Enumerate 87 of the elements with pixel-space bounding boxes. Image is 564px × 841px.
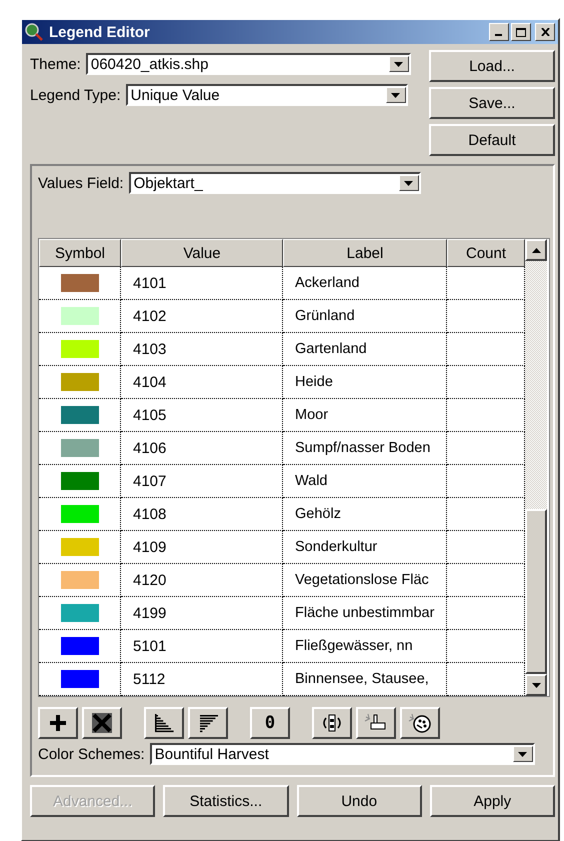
dialog-button[interactable]: Apply bbox=[430, 785, 555, 817]
window-title: Legend Editor bbox=[49, 24, 150, 40]
dropdown-arrow-icon bbox=[394, 62, 404, 66]
table-cell: Gartenland bbox=[295, 341, 367, 357]
table-cell: 4101 bbox=[133, 274, 166, 292]
toolbar-button[interactable] bbox=[82, 707, 122, 739]
symbol-swatch[interactable] bbox=[60, 373, 98, 391]
table-cell: 4120 bbox=[133, 572, 166, 588]
dialog-button[interactable]: Load... bbox=[429, 50, 555, 82]
column-header[interactable]: Value bbox=[121, 239, 283, 267]
column-header[interactable]: Label bbox=[283, 239, 447, 267]
maximize-button[interactable] bbox=[511, 23, 531, 41]
symbol-swatch[interactable] bbox=[60, 439, 98, 457]
symbol-swatch[interactable] bbox=[60, 571, 98, 589]
table-cell: 4109 bbox=[133, 538, 166, 556]
dialog-button[interactable]: Save... bbox=[429, 87, 555, 119]
table-cell: 4105 bbox=[133, 406, 166, 424]
symbol-swatch[interactable] bbox=[60, 637, 98, 655]
up-arrow-icon bbox=[532, 248, 540, 252]
symbol-swatch[interactable] bbox=[60, 340, 98, 358]
symbol-swatch[interactable] bbox=[60, 307, 98, 325]
zero-button[interactable]: 0 bbox=[250, 707, 290, 739]
table-cell: Sumpf/nasser Boden bbox=[295, 440, 430, 456]
scroll-up-button[interactable] bbox=[525, 239, 547, 261]
toolbar-button[interactable] bbox=[356, 707, 396, 739]
table-cell: 4103 bbox=[133, 340, 166, 358]
field-label: Color Schemes: bbox=[38, 746, 145, 762]
toolbar-button[interactable] bbox=[144, 707, 184, 739]
symbol-swatch[interactable] bbox=[60, 604, 98, 622]
values-field-dropdown[interactable]: Objektart_ bbox=[128, 172, 421, 194]
close-icon bbox=[540, 28, 550, 36]
color-schemes-dropdown[interactable]: Bountiful Harvest bbox=[150, 743, 535, 765]
field-label: Legend Type: bbox=[30, 86, 121, 104]
scroll-thumb[interactable] bbox=[525, 509, 547, 674]
legend-type-dropdown[interactable]: Unique Value bbox=[126, 84, 408, 106]
field-label: Values Field: bbox=[38, 174, 124, 192]
sort-descending-icon bbox=[198, 713, 218, 733]
symbol-swatch[interactable] bbox=[60, 538, 98, 556]
column-header[interactable]: Count bbox=[447, 239, 525, 267]
symbol-swatch[interactable] bbox=[60, 472, 98, 490]
table-cell: 4104 bbox=[133, 374, 166, 390]
sort-ascending-icon bbox=[154, 713, 174, 733]
maximize-icon bbox=[516, 28, 526, 36]
down-arrow-icon bbox=[532, 682, 540, 688]
table-cell: Vegetationslose Fläc bbox=[295, 572, 429, 588]
minimize-button[interactable] bbox=[489, 23, 509, 41]
table-cell: Ackerland bbox=[295, 275, 360, 291]
table-cell: 4106 bbox=[133, 440, 166, 456]
theme-dropdown[interactable]: 060420_atkis.shp bbox=[86, 53, 411, 75]
table-cell: 4108 bbox=[133, 506, 166, 522]
table-cell: 5112 bbox=[133, 670, 166, 688]
symbol-swatch[interactable] bbox=[60, 505, 98, 523]
globe-magnifier-icon bbox=[25, 23, 43, 41]
table-cell: 4107 bbox=[133, 472, 166, 490]
table-cell: 5101 bbox=[133, 638, 166, 654]
table-cell: 4102 bbox=[133, 308, 166, 324]
close-button[interactable] bbox=[535, 23, 555, 41]
field-label: Theme: bbox=[30, 56, 81, 72]
table-cell: Sonderkultur bbox=[295, 539, 378, 555]
symbol-swatch[interactable] bbox=[60, 670, 98, 688]
column-header[interactable]: Symbol bbox=[39, 239, 121, 267]
toolbar-button[interactable] bbox=[38, 707, 78, 739]
symbol-swatch[interactable] bbox=[60, 274, 98, 292]
toolbar-button[interactable] bbox=[400, 707, 440, 739]
plus-icon bbox=[49, 714, 67, 732]
table-cell: Heide bbox=[295, 374, 333, 390]
dropdown-arrow-icon bbox=[404, 180, 414, 186]
symbol-swatch[interactable] bbox=[60, 406, 98, 424]
delete-icon bbox=[92, 713, 112, 733]
table-cell: Moor bbox=[295, 407, 328, 423]
table-cell: Fließgewässer, nn bbox=[295, 638, 413, 654]
dialog-button[interactable]: Default bbox=[429, 124, 555, 156]
dialog-button[interactable]: Statistics... bbox=[163, 785, 288, 817]
toolbar-button[interactable] bbox=[312, 707, 352, 739]
palette-icon bbox=[408, 713, 432, 733]
table-cell: Grünland bbox=[295, 308, 355, 324]
dropdown-arrow-icon bbox=[518, 752, 528, 756]
dropdown-arrow-icon bbox=[391, 92, 400, 98]
table-cell: 4199 bbox=[133, 604, 166, 622]
table-cell: Binnensee, Stausee, bbox=[295, 671, 429, 687]
scrollbar[interactable] bbox=[525, 239, 547, 696]
dialog-button[interactable]: Undo bbox=[296, 785, 422, 817]
scroll-down-button[interactable] bbox=[525, 674, 547, 696]
table-cell: Gehölz bbox=[295, 506, 341, 522]
table-cell: Fläche unbestimmbar bbox=[295, 605, 434, 621]
table-cell: Wald bbox=[295, 473, 328, 489]
toolbar-button[interactable] bbox=[188, 707, 228, 739]
